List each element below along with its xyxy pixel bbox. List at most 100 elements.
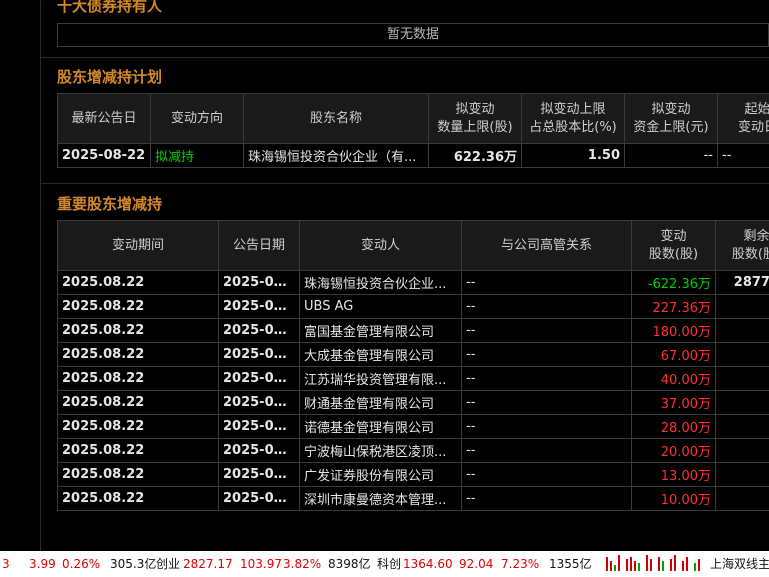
exec-relation: --: [461, 318, 632, 343]
left-border: [40, 0, 41, 551]
table-row[interactable]: 2025.08.22 2025-08-22 大成基金管理有限公司 -- 67.00万: [57, 342, 769, 367]
remaining-shares: 2877.97: [715, 270, 769, 295]
column-header[interactable]: 拟变动 数量上限(股): [428, 93, 522, 144]
content-panel: 十大债券持有人 暂无数据 股东增减持计划 最新公告日 变动方向 股东名称 拟变动…: [0, 0, 769, 551]
table-header-row: 变动期间 公告日期 变动人 与公司高管关系 变动股数(股) 剩余股数(股): [57, 220, 769, 271]
change-period: 2025.08.22: [57, 294, 219, 319]
remaining-shares: [715, 486, 769, 511]
column-header[interactable]: 变动期间: [57, 220, 219, 271]
table-row[interactable]: 2025.08.22 2025-08-22 富国基金管理有限公司 -- 180.00万: [57, 318, 769, 343]
exec-relation: --: [461, 294, 632, 319]
major-holder-change-table: 变动期间 公告日期 变动人 与公司高管关系 变动股数(股) 剩余股数(股) 20…: [57, 220, 769, 511]
section-divider: [40, 183, 769, 184]
ticker-index-name[interactable]: 创业: [156, 551, 180, 577]
change-shares: -622.36万: [631, 270, 716, 295]
change-shares: 67.00万: [631, 342, 716, 367]
change-period: 2025.08.22: [57, 486, 219, 511]
exec-relation: --: [461, 390, 632, 415]
table-row[interactable]: 2025.08.22 2025-08-22 UBS AG -- 227.36万: [57, 294, 769, 319]
ticker-value: 103.97: [240, 557, 282, 571]
column-header[interactable]: 拟变动 资金上限(元): [624, 93, 718, 144]
column-header[interactable]: 变动方向: [150, 93, 244, 144]
change-period: 2025.08.22: [57, 390, 219, 415]
ratio-limit: 1.50: [521, 143, 625, 168]
ticker-value: 3: [2, 557, 10, 571]
holder-name: 江苏瑞华投资管理有限...: [299, 366, 462, 391]
remaining-shares: [715, 414, 769, 439]
ticker-value: 305.3亿: [110, 557, 157, 571]
announce-date: 2025-08-22: [218, 270, 300, 295]
remaining-shares: [715, 366, 769, 391]
table-row[interactable]: 2025.08.22 2025-08-22 深圳市康曼德资本管理... -- 10.00…: [57, 486, 769, 511]
table-row[interactable]: 2025.08.22 2025-08-22 诺德基金管理有限公司 -- 28.00万: [57, 414, 769, 439]
ticker-value: 1355亿: [549, 557, 592, 571]
change-period: 2025.08.22: [57, 414, 219, 439]
change-shares: 13.00万: [631, 462, 716, 487]
change-period: 2025.08.22: [57, 342, 219, 367]
exec-relation: --: [461, 486, 632, 511]
bond-holders-title: 十大债券持有人: [57, 0, 163, 15]
column-header[interactable]: 最新公告日: [57, 93, 151, 144]
ticker-label[interactable]: 上海双线主: [710, 551, 769, 577]
remaining-shares: [715, 342, 769, 367]
announce-date: 2025-08-22: [218, 414, 300, 439]
change-period: 2025.08.22: [57, 270, 219, 295]
ticker-value: 3.99: [29, 557, 56, 571]
announce-date: 2025-08-22: [218, 486, 300, 511]
exec-relation: --: [461, 438, 632, 463]
remaining-shares: [715, 294, 769, 319]
exec-relation: --: [461, 462, 632, 487]
table-row[interactable]: 2025.08.22 2025-08-22 广发证券股份有限公司 -- 13.00万: [57, 462, 769, 487]
ticker-value: 3.82%: [283, 557, 322, 571]
change-shares: 10.00万: [631, 486, 716, 511]
change-period: 2025.08.22: [57, 462, 219, 487]
holder-name: 珠海锡恒投资合伙企业（有...: [243, 143, 429, 168]
holder-name: 富国基金管理有限公司: [299, 318, 462, 343]
ticker-index-name[interactable]: 科创: [377, 551, 401, 577]
announce-date: 2025-08-22: [218, 294, 300, 319]
announce-date: 2025-08-22: [218, 318, 300, 343]
announce-date: 2025-08-22: [218, 462, 300, 487]
fund-limit: --: [624, 143, 718, 168]
change-period: 2025.08.22: [57, 318, 219, 343]
holder-name: UBS AG: [299, 294, 462, 319]
column-header[interactable]: 变动 股数(股): [631, 220, 716, 271]
column-header[interactable]: 股东名称: [243, 93, 429, 144]
remaining-shares: [715, 438, 769, 463]
holder-name: 深圳市康曼德资本管理...: [299, 486, 462, 511]
start-date: --: [717, 143, 769, 168]
table-row[interactable]: 2025.08.22 2025-08-22 财通基金管理有限公司 -- 37.00万: [57, 390, 769, 415]
column-header[interactable]: 与公司高管关系: [461, 220, 632, 271]
exec-relation: --: [461, 366, 632, 391]
holder-name: 财通基金管理有限公司: [299, 390, 462, 415]
table-row[interactable]: 2025-08-22 拟减持 珠海锡恒投资合伙企业（有... 622.36万 1…: [57, 143, 769, 168]
change-shares: 180.00万: [631, 318, 716, 343]
column-header[interactable]: 公告日期: [218, 220, 300, 271]
table-row[interactable]: 2025.08.22 2025-08-22 宁波梅山保税港区凌顶... -- 20.00…: [57, 438, 769, 463]
table-header-row: 最新公告日 变动方向 股东名称 拟变动 数量上限(股) 拟变动上限 占总股本比(%)…: [57, 93, 769, 144]
column-header[interactable]: 拟变动上限 占总股本比(%): [521, 93, 625, 144]
remaining-shares: [715, 318, 769, 343]
mini-bar-chart-icon: [604, 551, 704, 577]
exec-relation: --: [461, 342, 632, 367]
table-row[interactable]: 2025.08.22 2025-08-22 珠海锡恒投资合伙企业... -- -622.…: [57, 270, 769, 295]
holder-name: 大成基金管理有限公司: [299, 342, 462, 367]
section-divider: [40, 57, 769, 58]
change-period: 2025.08.22: [57, 438, 219, 463]
ticker-value: 1364.60: [403, 557, 453, 571]
change-shares: 20.00万: [631, 438, 716, 463]
announce-date: 2025-08-22: [218, 438, 300, 463]
announce-date: 2025-08-22: [218, 342, 300, 367]
holder-name: 广发证券股份有限公司: [299, 462, 462, 487]
column-header[interactable]: 起始变动日: [717, 93, 769, 144]
exec-relation: --: [461, 414, 632, 439]
change-shares: 227.36万: [631, 294, 716, 319]
ticker-value: 8398亿: [328, 557, 371, 571]
change-shares: 37.00万: [631, 390, 716, 415]
holder-name: 珠海锡恒投资合伙企业...: [299, 270, 462, 295]
holder-name: 诺德基金管理有限公司: [299, 414, 462, 439]
table-row[interactable]: 2025.08.22 2025-08-22 江苏瑞华投资管理有限... -- 40.00…: [57, 366, 769, 391]
ticker-value: 0.26%: [62, 557, 101, 571]
column-header[interactable]: 剩余股数(股): [715, 220, 769, 271]
column-header[interactable]: 变动人: [299, 220, 462, 271]
